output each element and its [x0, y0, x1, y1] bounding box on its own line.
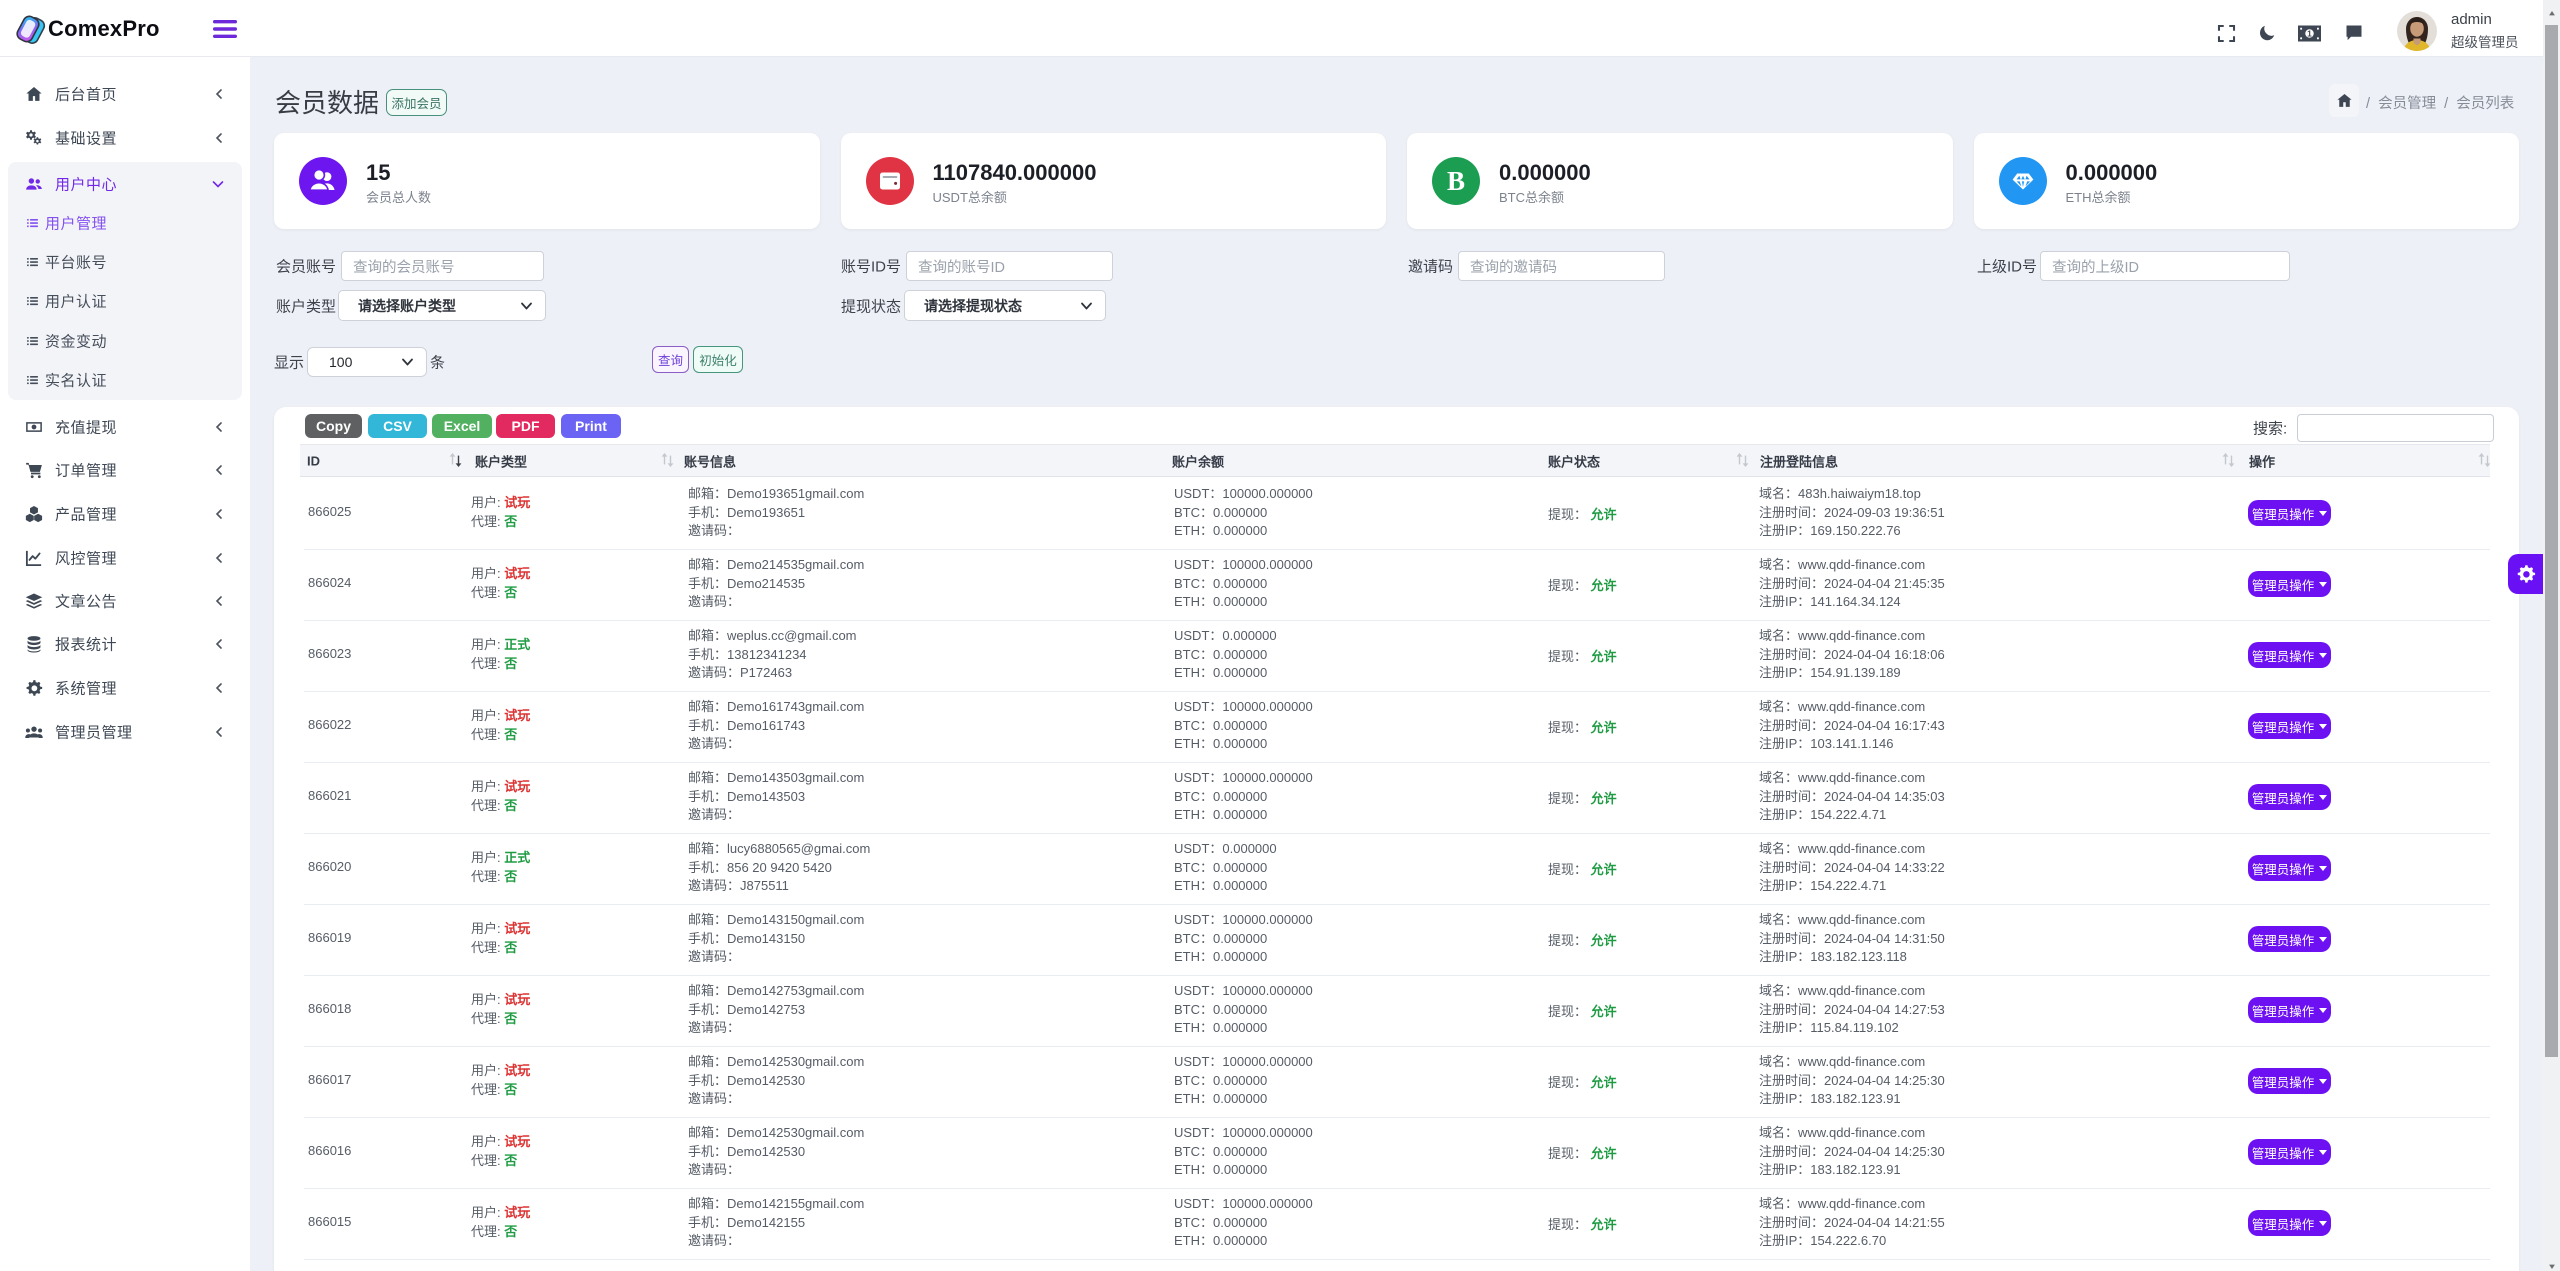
svg-text:1: 1 — [2307, 29, 2312, 39]
